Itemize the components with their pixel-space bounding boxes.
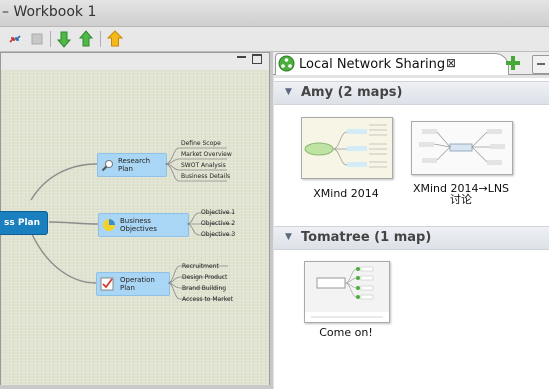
subtopic[interactable]: Define Scope [181,140,221,147]
subtopic[interactable]: Access to Market [182,296,233,303]
subtopic[interactable]: Brand Building [182,285,226,292]
window-title: – Workbook 1 [2,4,97,20]
collapse-triangle-icon[interactable]: ▼ [285,232,292,242]
shared-maps-list: ▼ Amy (2 maps) XMind 2014 XMind 2014→LNS… [274,78,549,389]
checkbox-icon [100,277,114,291]
magnifier-icon [101,159,114,172]
subtopic[interactable]: Market Overview [181,151,232,158]
branch-topic-operation-plan[interactable]: Operation Plan [96,272,170,296]
subtopic[interactable]: Objective 1 [201,209,235,216]
sync-icon[interactable] [5,29,25,49]
map-title-line: 讨论 [450,193,472,206]
map-thumbnail[interactable] [301,117,393,179]
subtopic[interactable]: Business Details [181,173,230,180]
drill-down-icon[interactable] [55,29,75,49]
pane-splitter[interactable] [270,52,273,389]
subtopic[interactable]: Design Product [182,274,227,281]
branch-label: Operation Plan [120,276,155,292]
group-header-label: Amy (2 maps) [301,85,403,100]
add-icon[interactable] [505,55,521,71]
map-thumbnail[interactable] [411,121,513,175]
branch-label: Business Objectives [120,217,157,233]
collapse-triangle-icon[interactable]: ▼ [285,87,292,97]
group-header-label: Tomatree (1 map) [301,230,432,245]
map-title[interactable]: Come on! [296,327,396,338]
subtopic[interactable]: SWOT Analysis [181,162,226,169]
map-thumbnail[interactable] [304,261,390,323]
central-topic-label: ss Plan [4,218,41,228]
map-title[interactable]: XMind 2014→LNS 讨论 [406,183,516,205]
minimize-icon[interactable] [237,56,246,58]
drill-up-icon[interactable] [77,29,97,49]
subtopic[interactable]: Objective 2 [201,220,235,227]
branch-topic-business-objectives[interactable]: Business Objectives [98,213,189,237]
pie-chart-icon [102,218,116,232]
network-sharing-icon [278,55,295,72]
stop-icon[interactable] [27,29,47,49]
main-toolbar [0,27,549,52]
branch-label: Research Plan [118,157,151,173]
collapse-icon[interactable] [532,55,549,74]
subtopic[interactable]: Recruitment [182,263,219,270]
group-header-amy[interactable]: ▼ Amy (2 maps) [274,81,549,105]
subtopic[interactable]: Objective 3 [201,231,235,238]
branch-topic-research-plan[interactable]: Research Plan [97,153,167,177]
window-titlebar: – Workbook 1 [0,0,549,27]
group-header-tomatree[interactable]: ▼ Tomatree (1 map) [274,226,549,250]
mindmap-canvas[interactable]: ss Plan Research Plan Define Scope Marke… [0,70,270,385]
editor-pane-header [0,52,270,71]
home-icon[interactable] [105,29,125,49]
map-title[interactable]: XMind 2014 [296,188,396,199]
tab-title: Local Network Sharing [299,57,446,72]
tab-local-network-sharing[interactable]: Local Network Sharing ⊠ [275,53,509,75]
maximize-icon[interactable] [252,54,262,64]
central-topic[interactable]: ss Plan [0,211,48,235]
close-tab-icon[interactable]: ⊠ [446,56,456,70]
